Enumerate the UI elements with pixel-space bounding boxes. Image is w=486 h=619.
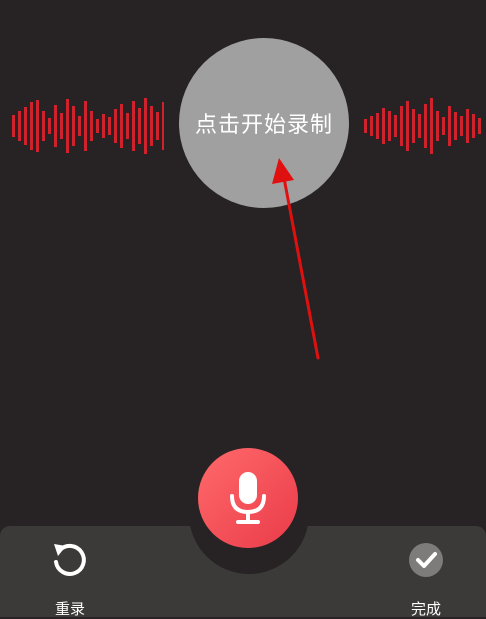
microphone-icon [230, 472, 266, 524]
start-recording-button[interactable]: 点击开始录制 [179, 38, 349, 208]
waveform-bar [430, 98, 433, 154]
waveform-bar [48, 118, 51, 134]
waveform-bar [138, 108, 141, 144]
waveform-bar [42, 111, 45, 141]
waveform-bar [108, 117, 111, 135]
waveform-bar [24, 107, 27, 145]
waveform-right [364, 98, 481, 154]
waveform-bar [418, 114, 421, 138]
waveform-bar [66, 99, 69, 153]
waveform-bar [150, 106, 153, 146]
waveform-bar [466, 109, 469, 143]
waveform-bar [424, 104, 427, 148]
waveform-bar [472, 114, 475, 138]
waveform-bar [12, 115, 15, 137]
waveform-bar [90, 111, 93, 141]
waveform-bar [114, 109, 117, 143]
waveform-bar [30, 102, 33, 150]
waveform-bar [376, 113, 379, 139]
waveform-bar [78, 116, 81, 136]
waveform-bar [478, 118, 481, 134]
waveform-bar [126, 113, 129, 139]
waveform-bar [84, 101, 87, 151]
waveform-bar [412, 109, 415, 143]
waveform-bar [60, 113, 63, 139]
waveform-bar [120, 104, 123, 148]
waveform-bar [96, 119, 99, 133]
waveform-bar [132, 101, 135, 151]
done-button[interactable]: 完成 [386, 540, 466, 619]
waveform-bar [156, 112, 159, 140]
rerecord-label: 重录 [54, 600, 85, 618]
waveform-bar [54, 105, 57, 147]
waveform-bar [382, 108, 385, 144]
waveform-bar [364, 119, 367, 133]
waveform-bar [460, 116, 463, 136]
start-recording-label: 点击开始录制 [194, 113, 333, 138]
waveform-bar [370, 116, 373, 136]
waveform-bar [36, 100, 39, 152]
waveform-bar [144, 98, 147, 154]
mic-button[interactable] [198, 448, 298, 548]
rerecord-button[interactable]: 重录 [30, 540, 110, 619]
waveform-bar [442, 117, 445, 135]
waveform-bar [72, 106, 75, 146]
waveform-bar [454, 112, 457, 140]
waveform-bar [18, 111, 21, 141]
waveform-bar [448, 106, 451, 146]
waveform-bar [394, 115, 397, 137]
waveform-bar [388, 111, 391, 141]
waveform-bar [400, 106, 403, 146]
done-label: 完成 [410, 600, 441, 618]
waveform-bar [162, 102, 164, 150]
waveform-bar [102, 114, 105, 138]
waveform-bar [436, 111, 439, 141]
check-circle-icon [409, 543, 443, 577]
rotate-ccw-icon [54, 543, 86, 576]
waveform-left [12, 98, 164, 154]
waveform-bar [406, 101, 409, 151]
